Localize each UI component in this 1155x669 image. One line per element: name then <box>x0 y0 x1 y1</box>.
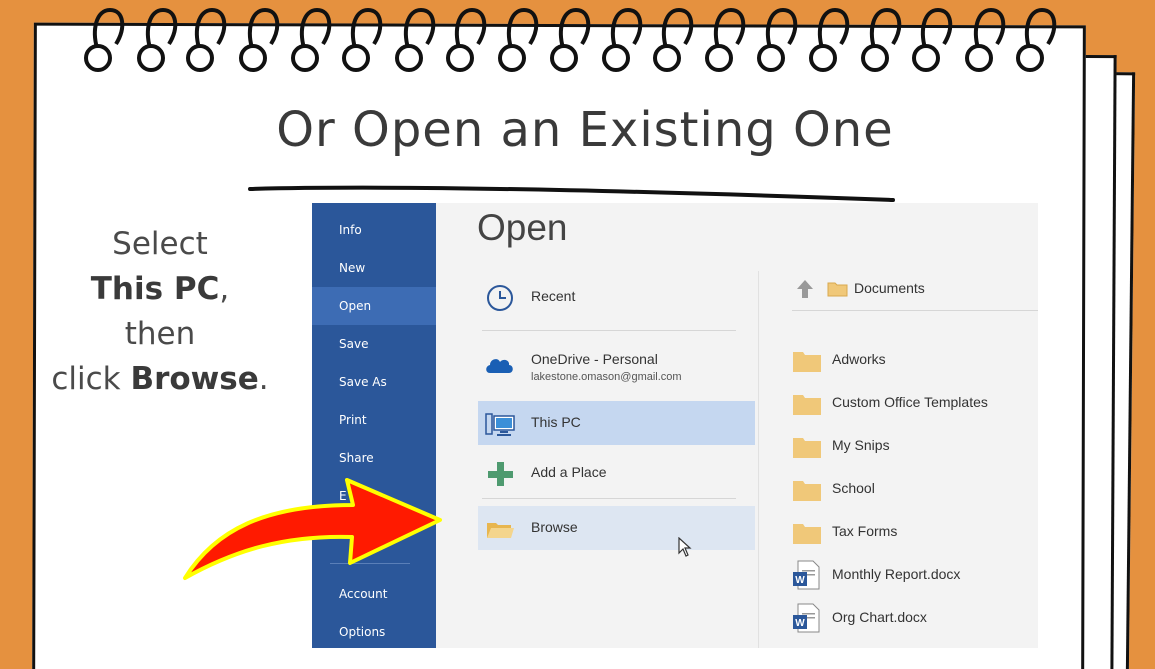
instruction-text: Select This PC, then click Browse. <box>40 222 280 402</box>
file-item[interactable]: My Snips <box>792 431 1038 461</box>
nav-save[interactable]: Save <box>312 325 436 363</box>
nav-options[interactable]: Options <box>312 613 436 648</box>
folder-icon <box>793 438 821 458</box>
folder-icon <box>827 282 848 297</box>
mouse-cursor-icon <box>678 537 692 557</box>
file-item[interactable]: Tax Forms <box>792 517 1038 547</box>
onedrive-email: lakestone.omason@gmail.com <box>531 371 682 383</box>
open-heading: Open <box>477 207 568 248</box>
column-separator <box>758 271 759 648</box>
instruction-line-4: click Browse. <box>51 361 269 397</box>
places-divider <box>482 330 736 331</box>
file-item[interactable]: W Org Chart.docx <box>792 603 1038 633</box>
instruction-browse: Browse <box>130 361 259 397</box>
folder-icon <box>793 352 821 372</box>
cloud-icon <box>486 359 513 373</box>
plus-icon <box>488 462 513 486</box>
place-add-a-place[interactable]: Add a Place <box>478 451 755 495</box>
clock-icon <box>487 285 513 311</box>
folder-icon <box>793 395 821 415</box>
place-browse[interactable]: Browse <box>478 506 755 550</box>
svg-text:W: W <box>795 618 805 629</box>
place-recent[interactable]: Recent <box>478 275 755 319</box>
title-underline <box>248 185 895 202</box>
red-arrow-pointer <box>183 478 442 580</box>
slide-title: Or Open an Existing One <box>276 102 894 158</box>
instruction-line-3: then <box>124 316 196 352</box>
nav-save-as[interactable]: Save As <box>312 363 436 401</box>
file-item[interactable]: Custom Office Templates <box>792 388 1038 418</box>
word-doc-icon: W <box>793 560 820 590</box>
file-item[interactable]: School <box>792 474 1038 504</box>
location-label[interactable]: Documents <box>854 280 925 296</box>
up-arrow-icon[interactable] <box>792 277 818 301</box>
nav-new[interactable]: New <box>312 249 436 287</box>
folder-open-icon <box>487 523 514 538</box>
computer-icon <box>485 413 515 436</box>
word-doc-icon: W <box>793 603 820 633</box>
nav-open[interactable]: Open <box>312 287 436 325</box>
place-this-pc[interactable]: This PC <box>478 401 755 445</box>
file-item[interactable]: W Monthly Report.docx <box>792 560 1038 590</box>
instruction-line-2: This PC, <box>90 271 230 307</box>
nav-info[interactable]: Info <box>312 211 436 249</box>
folder-icon <box>793 481 821 501</box>
onedrive-name: OneDrive - Personal <box>531 351 658 367</box>
nav-share[interactable]: Share <box>312 439 436 477</box>
file-item[interactable]: Adworks <box>792 345 1038 375</box>
location-divider <box>792 310 1038 311</box>
location-bar: Documents <box>792 275 1038 305</box>
folder-icon <box>793 524 821 544</box>
places-divider-2 <box>482 498 736 499</box>
instruction-this-pc: This PC <box>90 271 220 307</box>
instruction-line-1: Select <box>112 226 208 262</box>
place-onedrive[interactable]: OneDrive - Personal lakestone.omason@gma… <box>478 341 755 391</box>
svg-text:W: W <box>795 575 805 586</box>
nav-print[interactable]: Print <box>312 401 436 439</box>
